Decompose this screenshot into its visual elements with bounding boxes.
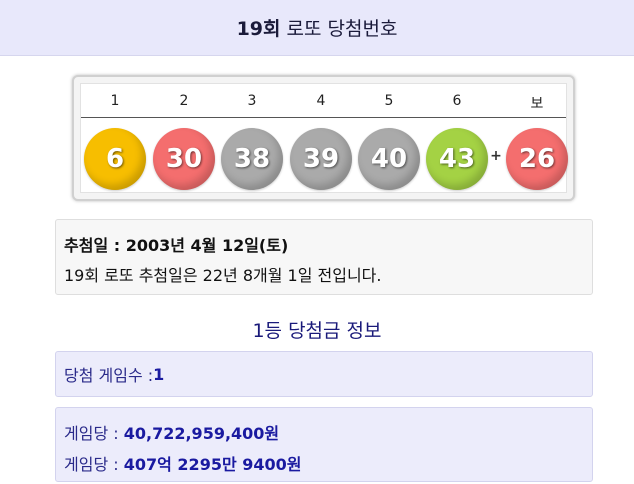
- per-game-amount-korean: 407억 2295만 9400원: [123, 455, 302, 474]
- ball-label-1: 1: [110, 93, 120, 109]
- lotto-ball-bonus: 26: [506, 128, 568, 190]
- draw-date: 추첨일 : 2003년 4월 12일(토): [64, 236, 289, 255]
- lotto-ball-2: 30: [153, 128, 215, 190]
- page-title: 로또 당첨번호: [286, 18, 398, 40]
- ball-panel: 1 2 3 4 5 6 보 6 30 38 39 40 43 + 26: [72, 75, 575, 201]
- winners-label: 당첨 게임수 :: [64, 366, 154, 385]
- lotto-result-page: 19회 로또 당첨번호 1 2 3 4 5 6 보 6 30 38 39 40 …: [0, 0, 634, 484]
- draw-info-box: 추첨일 : 2003년 4월 12일(토) 19회 로또 추첨일은 22년 8개…: [55, 219, 593, 295]
- per-game-label: 게임당 :: [64, 424, 124, 443]
- ball-label-6: 6: [452, 93, 462, 109]
- lotto-ball-6: 43: [426, 128, 488, 190]
- page-header: 19회 로또 당첨번호: [0, 0, 634, 56]
- ball-label-3: 3: [247, 93, 257, 109]
- lotto-ball-4: 39: [290, 128, 352, 190]
- ball-labels-row: 1 2 3 4 5 6 보: [81, 84, 566, 118]
- lotto-ball-3: 38: [221, 128, 283, 190]
- prize-amount-row: 게임당 : 407억 2295만 9400원: [64, 451, 584, 475]
- lotto-ball-5: 40: [358, 128, 420, 190]
- round-number: 19회: [236, 18, 281, 40]
- elapsed-time: 19회 로또 추첨일은 22년 8개월 1일 전입니다.: [64, 266, 382, 285]
- ball-label-4: 4: [316, 93, 326, 109]
- winners-value: 1: [153, 364, 165, 384]
- prize-amount-box: 게임당 : 40,722,959,400원 게임당 : 407억 2295만 9…: [55, 407, 593, 482]
- per-game-label: 게임당 :: [64, 455, 124, 474]
- ball-label-bonus: 보: [530, 96, 544, 112]
- per-game-amount-numeric: 40,722,959,400원: [123, 424, 280, 443]
- prize-amount-row: 게임당 : 40,722,959,400원: [64, 420, 584, 444]
- lotto-ball-1: 6: [84, 128, 146, 190]
- ball-label-5: 5: [384, 93, 394, 109]
- winners-box: 당첨 게임수 : 1: [55, 351, 593, 397]
- plus-sign: +: [490, 148, 502, 164]
- ball-table: 1 2 3 4 5 6 보 6 30 38 39 40 43 + 26: [80, 83, 568, 193]
- ball-label-2: 2: [179, 93, 189, 109]
- prize-section-title: 1등 당첨금 정보: [252, 320, 382, 342]
